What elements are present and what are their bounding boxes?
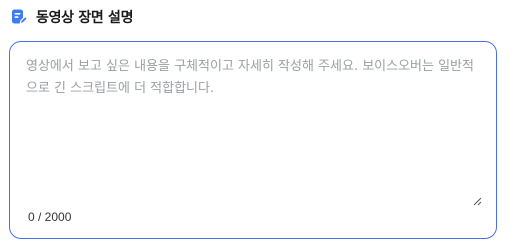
edit-document-icon xyxy=(10,8,29,26)
section-title: 동영상 장면 설명 xyxy=(36,10,134,26)
section-header: 동영상 장면 설명 xyxy=(10,7,134,27)
resize-handle-icon[interactable] xyxy=(473,197,482,206)
scene-description-input[interactable] xyxy=(26,56,482,206)
character-counter: 0 / 2000 xyxy=(28,210,72,224)
scene-description-box: 0 / 2000 xyxy=(9,41,497,239)
